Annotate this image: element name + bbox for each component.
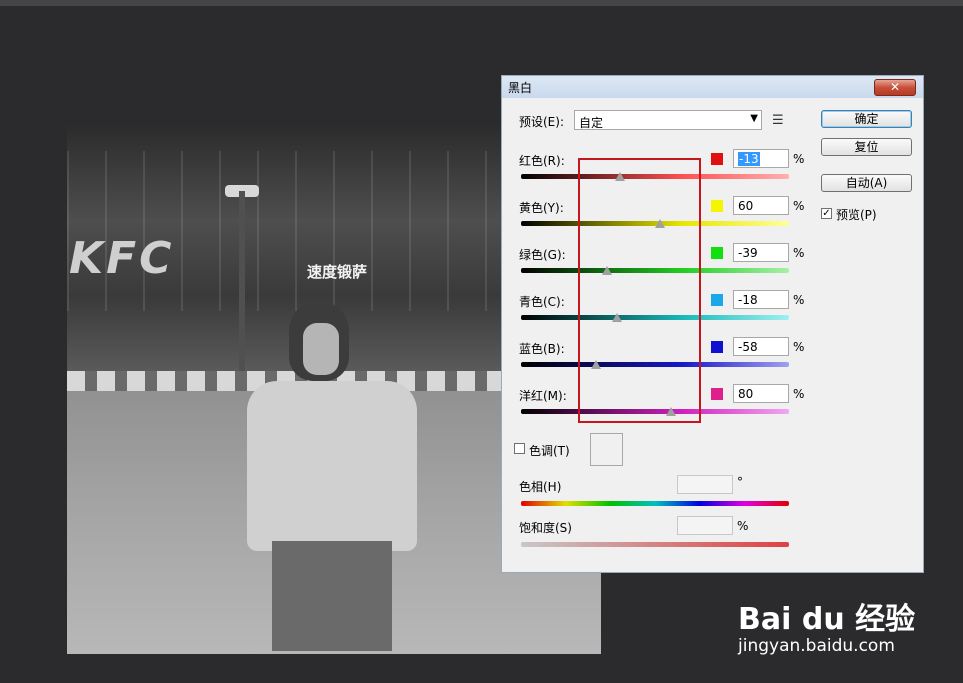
color-swatch	[711, 153, 723, 165]
preview-label: 预览(P)	[836, 208, 877, 222]
hue-input[interactable]	[677, 475, 733, 494]
preset-label: 预设(E):	[519, 115, 564, 129]
slider-value-input[interactable]: -58	[733, 337, 789, 356]
slider-value-text: -13	[738, 152, 760, 166]
preset-menu-icon[interactable]: ☰	[772, 113, 784, 128]
slider-value-input[interactable]: -13	[733, 149, 789, 168]
close-button[interactable]: ✕	[874, 79, 916, 96]
watermark-logo-text: Bai du 经验	[738, 602, 916, 637]
photo-person-skirt	[272, 541, 392, 651]
slider-value-text: 60	[738, 199, 754, 213]
checkmark-icon: ✓	[822, 208, 831, 219]
percent-unit: %	[793, 152, 805, 166]
watermark-url: jingyan.baidu.com	[738, 636, 895, 656]
percent-unit: %	[793, 199, 805, 213]
saturation-input[interactable]	[677, 516, 733, 535]
hue-unit: °	[737, 475, 743, 489]
color-swatch	[711, 294, 723, 306]
slider-label: 绿色(G):	[519, 248, 566, 262]
slider-label: 蓝色(B):	[519, 342, 565, 356]
slider-label: 黄色(Y):	[519, 201, 564, 215]
slider-label: 洋红(M):	[519, 389, 567, 403]
slider-value-text: -58	[738, 340, 758, 354]
saturation-unit: %	[737, 519, 749, 533]
ok-button[interactable]: 确定	[821, 110, 912, 128]
slider-value-text: 80	[738, 387, 754, 401]
photo-person-shirt	[247, 381, 417, 551]
preset-value: 自定	[579, 116, 604, 130]
hue-slider-track[interactable]	[521, 501, 789, 506]
auto-button[interactable]: 自动(A)	[821, 174, 912, 192]
slider-value-input[interactable]: 80	[733, 384, 789, 403]
photo-person-face	[303, 323, 339, 375]
slider-label: 红色(R):	[519, 154, 565, 168]
close-icon: ✕	[889, 80, 901, 94]
preset-select[interactable]: 自定 ▼	[574, 110, 762, 130]
percent-unit: %	[793, 387, 805, 401]
slider-label: 青色(C):	[519, 295, 565, 309]
color-swatch	[711, 341, 723, 353]
hue-label: 色相(H)	[519, 480, 562, 494]
color-swatch	[711, 200, 723, 212]
photo-store-sign: 速度锻萨	[307, 263, 368, 281]
black-white-dialog: 黑白 ✕ 预设(E): 自定 ▼ ☰ 红色(R): -13% 黄色(Y): 60% 绿色…	[501, 75, 924, 573]
percent-unit: %	[793, 246, 805, 260]
slider-value-text: -18	[738, 293, 758, 307]
photo-kfc-sign: KFC	[69, 233, 175, 284]
dialog-titlebar[interactable]: 黑白 ✕	[502, 76, 923, 98]
preview-checkbox[interactable]: ✓	[821, 208, 832, 219]
percent-unit: %	[793, 293, 805, 307]
slider-value-text: -39	[738, 246, 758, 260]
reset-button[interactable]: 复位	[821, 138, 912, 156]
percent-unit: %	[793, 340, 805, 354]
chevron-down-icon: ▼	[750, 113, 758, 124]
color-swatch	[711, 247, 723, 259]
slider-value-input[interactable]: -18	[733, 290, 789, 309]
tint-label: 色调(T)	[529, 444, 570, 458]
slider-value-input[interactable]: 60	[733, 196, 789, 215]
photo-person	[217, 301, 447, 654]
color-swatch	[711, 388, 723, 400]
tint-color-swatch[interactable]	[590, 433, 623, 466]
saturation-slider-track[interactable]	[521, 542, 789, 547]
app-top-bar	[0, 0, 963, 6]
annotation-highlight-box	[578, 158, 701, 423]
baidu-watermark: Bai du 经验 jingyan.baidu.com	[738, 594, 916, 656]
dialog-title: 黑白	[508, 81, 533, 95]
slider-value-input[interactable]: -39	[733, 243, 789, 262]
tint-checkbox[interactable]	[514, 443, 525, 454]
saturation-label: 饱和度(S)	[519, 521, 572, 535]
